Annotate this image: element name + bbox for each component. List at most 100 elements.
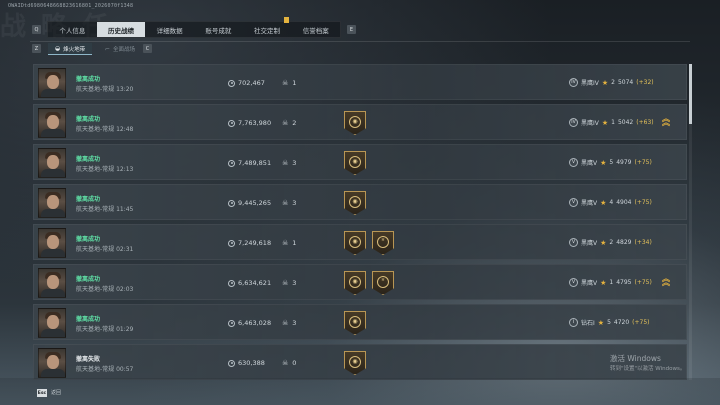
- match-row[interactable]: 撤离成功 航天基地-常规 12:48 7,763,980 ☠ 2 ◉ IV 黑鹰IV ★ 1 504…: [33, 104, 687, 140]
- medal-icon[interactable]: ◉: [344, 311, 366, 335]
- star-icon: ★: [600, 238, 607, 247]
- match-row[interactable]: 撤离成功 航天基地-常规 02:31 7,249,618 ☠ 1 ◉ ꟸ V 黑鹰V ★ 2 4829…: [33, 224, 687, 260]
- tab-detailed-data[interactable]: 详细数据: [145, 22, 194, 37]
- match-result: 撤离成功: [76, 276, 101, 283]
- star-count: 4: [609, 199, 614, 206]
- kill-count: ☠ 3: [282, 159, 296, 167]
- kill-count-text: 3: [292, 159, 297, 167]
- snake-medal-icon[interactable]: ꟸ: [372, 231, 394, 255]
- score-delta: (+75): [632, 319, 650, 326]
- score-delta: (+34): [634, 239, 652, 246]
- snake-medal-icon[interactable]: ꟸ: [372, 271, 394, 295]
- loot-value-text: 6,463,028: [238, 319, 272, 327]
- tab-personal-info[interactable]: 个人信息: [48, 22, 97, 37]
- tab-label: 详细数据: [156, 26, 183, 35]
- medal-list: ◉ ꟸ: [344, 231, 394, 255]
- rank-icon: I: [569, 318, 578, 327]
- tab-social-custom[interactable]: 社交定制: [243, 17, 292, 37]
- star-icon: ★: [600, 278, 607, 287]
- coin-icon: [228, 119, 235, 127]
- loot-value-text: 7,489,851: [238, 159, 272, 167]
- rank-info: V 黑鹰V ★ 2 4829 (+34): [569, 238, 652, 247]
- skull-icon: ☠: [282, 199, 289, 207]
- notification-dot: [284, 17, 290, 23]
- avatar: [38, 188, 66, 218]
- medal-icon[interactable]: ◉: [344, 271, 366, 295]
- skull-icon: ☠: [282, 119, 289, 127]
- loot-value: 7,489,851: [228, 159, 271, 167]
- medal-icon[interactable]: ◉: [344, 191, 366, 215]
- medal-icon[interactable]: ◉: [344, 111, 366, 135]
- tab-label: 社交定制: [254, 26, 281, 35]
- back-label[interactable]: 返回: [51, 389, 61, 396]
- rank-score: 5042: [617, 119, 634, 126]
- rank-icon: V: [569, 158, 578, 167]
- tab-achievements[interactable]: 账号成就: [194, 22, 243, 37]
- match-row[interactable]: 撤离失败 航天基地-常规 00:57 630,388 ☠ 0 ◉: [33, 344, 687, 380]
- medal-list: ◉: [344, 151, 366, 175]
- divider: [30, 41, 690, 42]
- medal-icon[interactable]: ◉: [344, 231, 366, 255]
- map-and-time: 航天基地-常规 00:57: [76, 366, 134, 373]
- rank-score: 4979: [616, 159, 632, 166]
- prev-tab-key-hint[interactable]: Q: [32, 25, 41, 34]
- next-tab-key-hint[interactable]: E: [347, 25, 356, 34]
- footer-bar: [0, 378, 720, 405]
- map-and-time: 航天基地-常规 12:13: [76, 166, 134, 173]
- loot-value: 630,388: [228, 359, 265, 367]
- rank-up-chevron-icon: ︽ ︽: [662, 274, 670, 287]
- match-row[interactable]: 撤离成功 航天基地-常规 13:20 702,467 ☠ 1 IV 黑鹰IV ★ 2 5074 (+…: [33, 64, 687, 100]
- medal-icon[interactable]: ◉: [344, 351, 366, 375]
- coin-icon: [228, 319, 235, 327]
- star-count: 2: [611, 79, 615, 86]
- score-delta: (+32): [636, 79, 654, 86]
- map-and-time: 航天基地-常规 12:48: [76, 126, 134, 133]
- rank-icon: IV: [569, 78, 578, 87]
- tab-credit-record[interactable]: 信誉档案: [291, 22, 340, 37]
- match-history-list[interactable]: 撤离成功 航天基地-常规 13:20 702,467 ☠ 1 IV 黑鹰IV ★ 2 5074 (+…: [33, 64, 687, 384]
- avatar: [38, 108, 66, 138]
- coin-icon: [228, 159, 235, 167]
- star-icon: ★: [600, 158, 607, 167]
- avatar: [38, 348, 66, 378]
- kill-count-text: 3: [292, 319, 297, 327]
- kill-count-text: 0: [292, 359, 297, 367]
- star-count: 5: [609, 159, 614, 166]
- helmet-icon: ◒: [54, 45, 61, 52]
- rank-info: V 黑鹰V ★ 1 4795 (+75): [569, 278, 652, 287]
- scrollbar-thumb[interactable]: [689, 64, 692, 124]
- next-subtab-key-hint[interactable]: C: [143, 44, 152, 53]
- match-result: 撤离成功: [76, 156, 101, 163]
- windows-activation-subtitle: 转到"设置"以激活 Windows。: [610, 366, 686, 372]
- subtab-full-battlefield[interactable]: ⌐ 全面战场: [100, 43, 140, 55]
- match-row[interactable]: 撤离成功 航天基地-常规 02:03 6,634,621 ☠ 3 ◉ ꟸ V 黑鹰V ★ 1 4795…: [33, 264, 687, 300]
- star-icon: ★: [601, 78, 609, 87]
- windows-activation-title: 激活 Windows: [610, 354, 661, 363]
- match-row[interactable]: 撤离成功 航天基地-常规 12:13 7,489,851 ☠ 3 ◉ V 黑鹰V ★ 5 4979(…: [33, 144, 687, 180]
- match-result: 撤离失败: [76, 356, 101, 363]
- rank-info: IV 黑鹰IV ★ 2 5074 (+32): [569, 78, 654, 87]
- loot-value-text: 7,249,618: [238, 239, 272, 247]
- esc-key-hint[interactable]: Esc: [37, 389, 47, 397]
- medal-icon[interactable]: ◉: [344, 151, 366, 175]
- match-row[interactable]: 撤离成功 航天基地-常规 01:29 6,463,028 ☠ 3 ◉ I 钻石I ★ 5 4720(…: [33, 304, 687, 340]
- kill-count-text: 3: [292, 199, 297, 207]
- rank-score: 4720: [613, 319, 630, 326]
- rank-icon: V: [569, 278, 578, 287]
- rank-name: 黑鹰IV: [581, 120, 599, 127]
- skull-icon: ☠: [282, 319, 289, 327]
- tab-label: 账号成就: [205, 26, 232, 35]
- prev-subtab-key-hint[interactable]: Z: [32, 44, 41, 53]
- map-and-time: 航天基地-常规 01:29: [76, 326, 134, 333]
- tab-match-history[interactable]: 历史战绩: [96, 22, 146, 37]
- skull-icon: ☠: [282, 159, 289, 167]
- rank-info: IV 黑鹰IV ★ 1 5042 (+63): [569, 118, 654, 127]
- avatar: [38, 308, 66, 338]
- kill-count-text: 2: [292, 119, 297, 127]
- rank-info: I 钻石I ★ 5 4720 (+75): [569, 318, 650, 327]
- kill-count-text: 1: [292, 239, 297, 247]
- subtab-hazard-zone[interactable]: ◒ 烽火地带: [48, 43, 92, 55]
- match-row[interactable]: 撤离成功 航天基地-常规 11:45 9,445,265 ☠ 3 ◉ V 黑鹰V ★ 4 4904(…: [33, 184, 687, 220]
- rank-score: 4904: [616, 199, 632, 206]
- score-delta: (+75): [634, 199, 652, 206]
